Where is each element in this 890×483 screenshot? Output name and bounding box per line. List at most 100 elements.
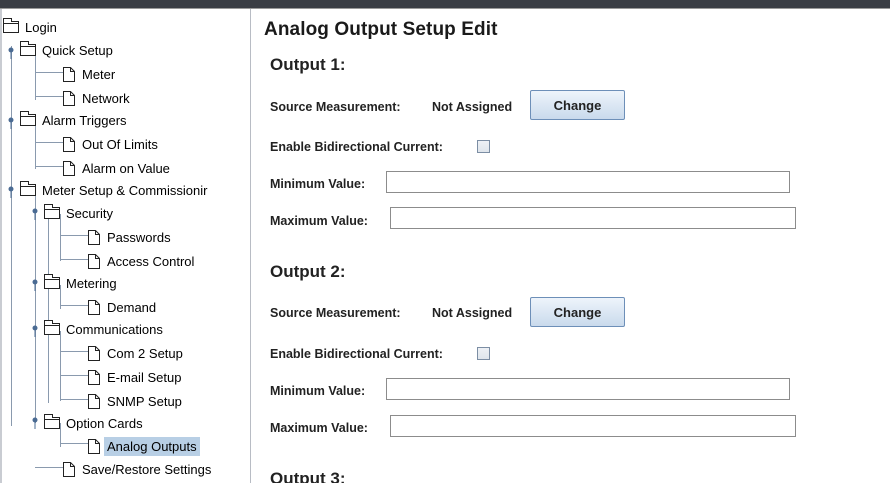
tree-node-analog-outputs[interactable]: Analog Outputs: [88, 435, 200, 457]
source-measurement-value: Not Assigned: [432, 100, 513, 114]
expand-handle-icon[interactable]: [31, 279, 40, 291]
output-2-heading: Output 2:: [270, 262, 346, 281]
bidirectional-current-label: Enable Bidirectional Current:: [270, 347, 443, 361]
folder-icon: [44, 274, 60, 289]
expand-handle-icon[interactable]: [7, 47, 16, 59]
page-title: Analog Output Setup Edit: [264, 19, 498, 40]
expand-handle-icon[interactable]: [7, 117, 16, 129]
tree-node-email-setup[interactable]: E-mail Setup: [88, 366, 184, 388]
document-icon: [63, 66, 75, 82]
document-icon: [63, 136, 75, 152]
expand-handle-icon[interactable]: [7, 186, 16, 198]
tree-node-label: E-mail Setup: [107, 369, 182, 385]
tree-line: [60, 399, 88, 400]
window-top-bar: [0, 0, 890, 9]
tree-line: [48, 213, 49, 403]
folder-icon: [3, 18, 19, 33]
folder-icon: [20, 41, 36, 56]
minimum-value-label: Minimum Value:: [270, 177, 366, 191]
tree-node-demand[interactable]: Demand: [88, 296, 159, 318]
tree-node-label: Meter Setup & Commissionir: [42, 182, 208, 198]
maximum-value-label: Maximum Value:: [270, 421, 368, 435]
tree-node-label: Out Of Limits: [82, 136, 158, 152]
analog-output-setup-panel: Analog Output Setup Edit Output 1: Sourc…: [256, 9, 890, 483]
tree-node-label: Demand: [107, 299, 157, 315]
tree-line: [35, 96, 63, 97]
expand-handle-icon[interactable]: [31, 325, 40, 337]
tree-line: [60, 375, 88, 376]
tree-node-label: Login: [25, 19, 57, 35]
tree-node-access-control[interactable]: Access Control: [88, 250, 197, 272]
minimum-value-label: Minimum Value:: [270, 384, 366, 398]
tree-node-label: Analog Outputs: [104, 436, 200, 456]
tree-node-communications[interactable]: Communications: [44, 318, 166, 340]
source-measurement-value: Not Assigned: [432, 306, 513, 320]
tree-node-metering[interactable]: Metering: [44, 272, 120, 294]
tree-node-meter-setup[interactable]: Meter Setup & Commissionir: [20, 179, 210, 201]
folder-icon: [44, 320, 60, 335]
tree-node-save-restore[interactable]: Save/Restore Settings: [63, 458, 214, 480]
tree-node-network[interactable]: Network: [63, 87, 133, 109]
tree-node-out-of-limits[interactable]: Out Of Limits: [63, 133, 161, 155]
folder-icon: [20, 111, 36, 126]
output-1-minimum-value-input[interactable]: [386, 171, 790, 193]
tree-node-passwords[interactable]: Passwords: [88, 226, 174, 248]
tree-node-label: Alarm Triggers: [42, 112, 127, 128]
document-icon: [88, 229, 100, 245]
tree-line: [35, 467, 63, 468]
tree-line: [60, 331, 61, 401]
tree-node-snmp-setup[interactable]: SNMP Setup: [88, 390, 185, 412]
document-icon: [88, 253, 100, 269]
tree-node-meter[interactable]: Meter: [63, 63, 118, 85]
tree-node-label: Save/Restore Settings: [82, 461, 212, 477]
output-1-maximum-value-input[interactable]: [390, 207, 796, 229]
tree-node-label: Passwords: [107, 229, 171, 245]
output-1-bidirectional-checkbox[interactable]: [477, 140, 490, 153]
tree-line: [35, 72, 63, 73]
tree-border: [0, 9, 2, 483]
tree-node-label: SNMP Setup: [107, 393, 182, 409]
expand-handle-icon[interactable]: [31, 208, 40, 220]
folder-icon: [20, 181, 36, 196]
document-icon: [63, 160, 75, 176]
tree-node-security[interactable]: Security: [44, 202, 116, 224]
output-2-maximum-value-input[interactable]: [390, 415, 796, 437]
source-measurement-label: Source Measurement:: [270, 100, 401, 114]
tree-line: [60, 235, 88, 236]
document-icon: [63, 90, 75, 106]
document-icon: [88, 299, 100, 315]
output-2-minimum-value-input[interactable]: [386, 378, 790, 400]
document-icon: [88, 438, 100, 454]
tree-node-label: Quick Setup: [42, 42, 113, 58]
tree-node-label: Metering: [66, 275, 117, 291]
tree-node-quick-setup[interactable]: Quick Setup: [20, 39, 116, 61]
tree-node-alarm-triggers[interactable]: Alarm Triggers: [20, 109, 130, 131]
tree-node-label: Option Cards: [66, 415, 143, 431]
document-icon: [63, 461, 75, 477]
output-3-heading: Output 3:: [270, 469, 346, 483]
tree-node-label: Communications: [66, 321, 163, 337]
tree-line: [35, 166, 63, 167]
tree-line: [35, 142, 63, 143]
output-1-heading: Output 1:: [270, 55, 346, 74]
tree-node-label: Meter: [82, 66, 116, 82]
document-icon: [88, 369, 100, 385]
maximum-value-label: Maximum Value:: [270, 214, 368, 228]
expand-handle-icon[interactable]: [31, 417, 40, 429]
tree-line: [60, 351, 88, 352]
output-2-bidirectional-checkbox[interactable]: [477, 347, 490, 360]
tree-node-login[interactable]: Login: [3, 16, 60, 38]
document-icon: [88, 393, 100, 409]
folder-icon: [44, 414, 60, 429]
source-measurement-label: Source Measurement:: [270, 306, 401, 320]
tree-node-alarm-on-value[interactable]: Alarm on Value: [63, 157, 173, 179]
tree-node-com2-setup[interactable]: Com 2 Setup: [88, 342, 186, 364]
output-2-change-button[interactable]: Change: [530, 297, 625, 327]
output-1-change-button[interactable]: Change: [530, 90, 625, 120]
tree-node-option-cards[interactable]: Option Cards: [44, 412, 146, 434]
tree-line: [60, 259, 88, 260]
bidirectional-current-label: Enable Bidirectional Current:: [270, 140, 443, 154]
tree-node-label: Alarm on Value: [82, 160, 170, 176]
tree-line: [60, 443, 88, 444]
navigation-tree[interactable]: Login Quick Setup Meter Network Alarm Tr…: [0, 9, 251, 483]
